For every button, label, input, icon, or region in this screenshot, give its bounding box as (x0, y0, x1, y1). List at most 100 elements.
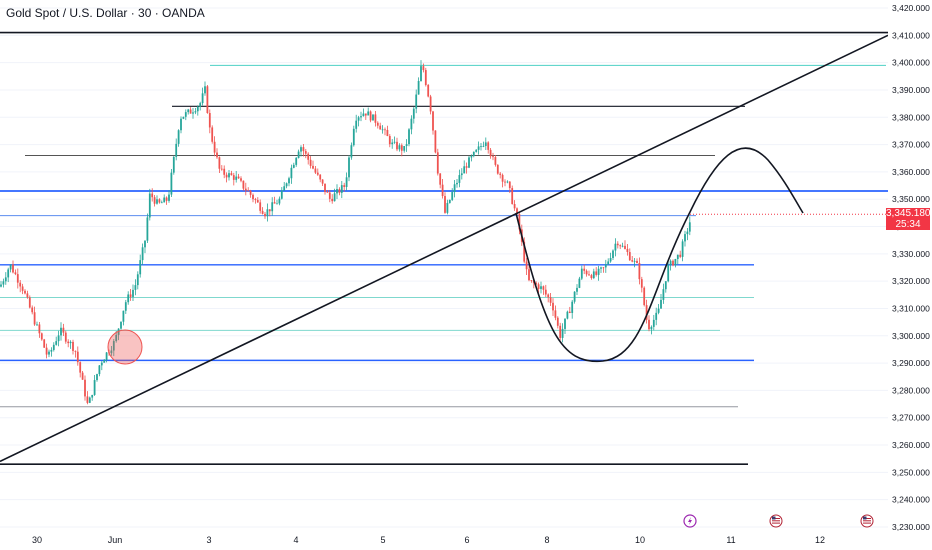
candle-body (674, 258, 677, 266)
price-tick-label: 3,410.000 (892, 30, 930, 40)
event-icons[interactable] (683, 514, 874, 528)
candle-body (48, 351, 50, 355)
candle-body (643, 287, 646, 306)
candle-body (57, 335, 60, 342)
candle-body (388, 136, 391, 145)
candle-body (204, 86, 206, 94)
flag-stripe (772, 520, 780, 522)
candle-body (139, 260, 142, 275)
candle-body (367, 111, 370, 116)
candle-body (146, 217, 149, 241)
candle-body (398, 145, 401, 150)
candle-body (655, 312, 658, 320)
candle-body (451, 192, 454, 200)
candle-body (549, 297, 552, 303)
candle-body (276, 203, 278, 205)
us-flag-icon[interactable] (769, 514, 783, 528)
candle-body (211, 127, 214, 142)
candle-body (52, 344, 55, 350)
candle-body (285, 183, 288, 187)
candle-body (544, 289, 547, 295)
candle-body (417, 81, 420, 95)
candle-body (396, 141, 398, 150)
candle-body (475, 149, 478, 152)
flag-stripe (863, 520, 871, 522)
candle-body (660, 299, 662, 309)
candle-body (0, 284, 2, 287)
candle-body (612, 250, 614, 259)
candle-body (616, 243, 619, 246)
candle-body (314, 168, 317, 173)
candle-body (468, 157, 470, 168)
candle-body (304, 151, 307, 154)
drawings[interactable] (0, 34, 889, 463)
candle-body (180, 118, 182, 131)
candle-body (331, 198, 334, 202)
candle-body (273, 202, 276, 204)
candle-body (585, 270, 588, 275)
candle-body (213, 141, 216, 153)
candle-body (316, 172, 319, 175)
candle-body (530, 280, 533, 281)
candle-body (100, 362, 103, 366)
candle-body (271, 202, 274, 212)
candle-body (360, 116, 362, 118)
price-tick-label: 3,280.000 (892, 385, 930, 395)
candle-body (40, 333, 43, 340)
candle-body (86, 396, 89, 403)
candle-body (420, 66, 422, 82)
candle-body (312, 165, 314, 169)
candle-body (55, 341, 58, 345)
candle-body (607, 261, 610, 265)
candle-body (74, 350, 77, 352)
candle-body (379, 125, 382, 130)
time-tick-label: 5 (380, 535, 385, 545)
candle-body (456, 182, 458, 185)
candle-body (96, 374, 98, 381)
candle-body (547, 294, 550, 298)
lightning-icon[interactable] (683, 514, 697, 528)
candle-body (14, 272, 17, 275)
candle-body (564, 318, 566, 329)
candle-body (31, 307, 34, 313)
price-axis[interactable]: 3,420.000 3,410.000 3,400.000 3,390.000 3,38… (888, 0, 932, 550)
candle-body (652, 319, 655, 327)
candle-body (357, 117, 360, 121)
candle-body (638, 263, 641, 280)
candle-body (340, 185, 343, 193)
candle-body (206, 86, 209, 114)
candle-body (667, 265, 670, 282)
candle-body (480, 146, 482, 147)
candles (0, 60, 691, 405)
flag-stripe (772, 522, 780, 524)
candle-body (595, 271, 598, 275)
candle-body (309, 159, 312, 166)
candle-body (484, 142, 487, 146)
candle-body (441, 184, 444, 197)
price-chart[interactable]: 3,420.000 3,410.000 3,400.000 3,390.000 3,38… (0, 0, 932, 550)
candle-body (232, 175, 235, 180)
candle-body (201, 93, 204, 104)
candle-body (432, 111, 434, 131)
candle-body (381, 129, 384, 131)
time-axis[interactable]: 30 Jun 3 4 5 6 8 10 11 12 (32, 535, 825, 545)
candle-body (249, 190, 252, 195)
price-tick-label: 3,420.000 (892, 3, 930, 13)
bar-countdown: 25:34 (895, 219, 921, 230)
candle-body (604, 264, 607, 268)
candle-body (122, 310, 125, 322)
candle-body (561, 328, 564, 338)
candle-body (374, 114, 377, 123)
candle-body (578, 278, 581, 288)
candle-body (141, 247, 144, 261)
candle-body (187, 109, 190, 113)
candle-body (235, 176, 238, 180)
candle-body (259, 202, 262, 211)
us-flag-icon[interactable] (860, 514, 874, 528)
candle-body (624, 245, 626, 249)
candle-body (676, 254, 679, 259)
candle-body (240, 178, 242, 181)
time-tick-label: 8 (544, 535, 549, 545)
candle-body (511, 188, 514, 205)
candle-body (626, 248, 629, 253)
